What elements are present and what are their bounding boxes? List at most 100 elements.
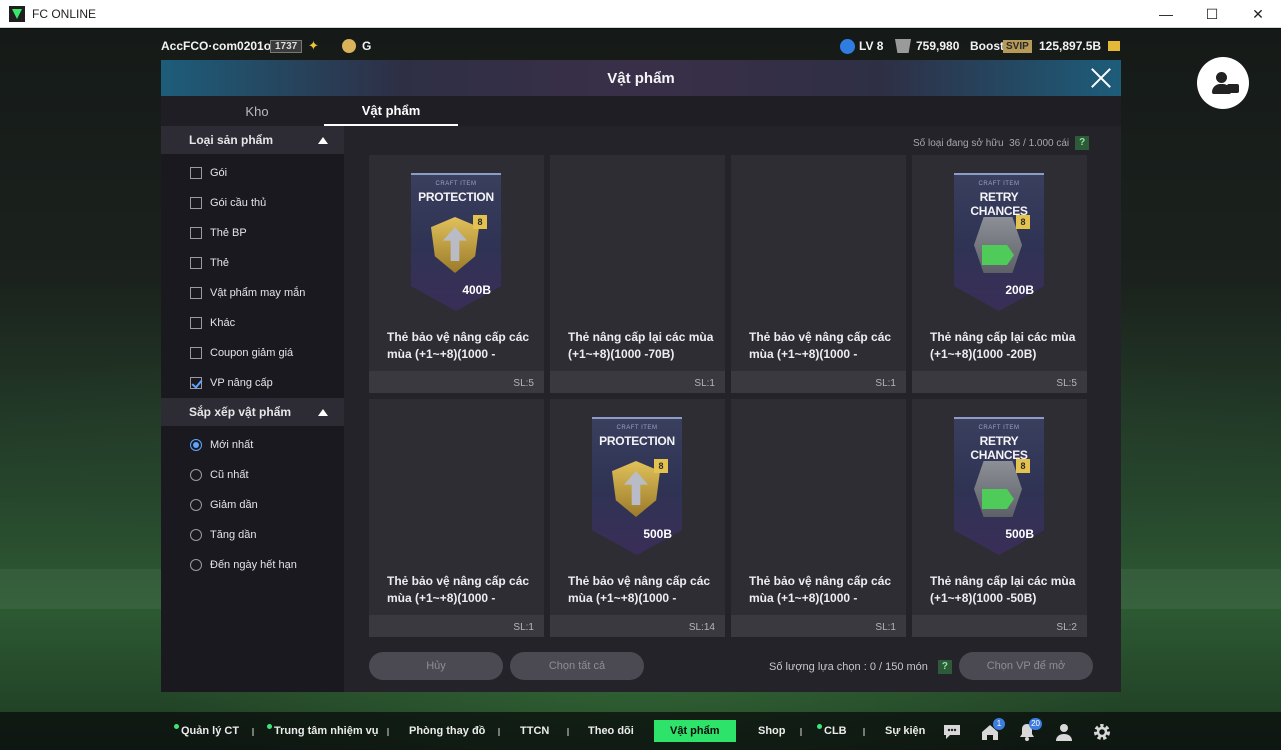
app-logo-icon: [9, 5, 25, 22]
filter-goi[interactable]: Gói: [190, 163, 227, 183]
sort-den-ngay-het-han[interactable]: Đến ngày hết hạn: [190, 555, 297, 575]
minimize-button[interactable]: —: [1143, 0, 1189, 28]
modal-tabs: Kho Vật phẩm: [161, 96, 1121, 126]
window-titlebar: FC ONLINE — ☐ ✕: [0, 0, 1281, 28]
radio-icon[interactable]: [190, 559, 202, 571]
checkbox-icon[interactable]: [190, 257, 202, 269]
help-icon[interactable]: ?: [937, 660, 952, 674]
item-quantity: SL:14: [688, 622, 715, 633]
club-grade: G: [362, 39, 372, 53]
owned-count: Số loại đang sở hữu 36 / 1.000 cái ?: [913, 136, 1090, 150]
item-card[interactable]: CRAFT ITEM RETRY CHANCES 8 500B Thẻ nâng…: [912, 399, 1087, 637]
item-quantity: SL:1: [875, 378, 896, 389]
filter-the-bp[interactable]: Thẻ BP: [190, 223, 247, 243]
chat-icon[interactable]: [942, 722, 962, 742]
bp-amount: 759,980: [916, 39, 960, 53]
item-name: Thẻ nâng cấp lại các mùa (+1~+8)(1000 -2…: [930, 330, 1076, 361]
level-icon: [840, 38, 855, 54]
filter-vat-pham-may-man[interactable]: Vật phẩm may mắn: [190, 283, 305, 303]
cancel-button[interactable]: Hủy: [369, 652, 503, 680]
tab-kho[interactable]: Kho: [190, 96, 324, 126]
filter-vp-nang-cap[interactable]: VP nâng cấp: [190, 373, 273, 393]
filter-khac[interactable]: Khác: [190, 313, 235, 333]
sort-section-header[interactable]: Sắp xếp vật phẩm: [161, 398, 344, 426]
nav-trung-tam-nhiem-vu[interactable]: Trung tâm nhiệm vụ: [267, 721, 379, 741]
close-window-button[interactable]: ✕: [1235, 0, 1281, 28]
coin-icon: [1108, 41, 1120, 51]
item-card[interactable]: Thẻ nâng cấp lại các mùa (+1~+8)(1000 -7…: [550, 155, 725, 393]
sort-tang-dan[interactable]: Tăng dần: [190, 525, 256, 545]
profile-icon[interactable]: [1054, 722, 1074, 742]
rank-star-icon: ✦: [308, 38, 319, 53]
item-quantity: SL:5: [1056, 378, 1077, 389]
sort-cu-nhat[interactable]: Cũ nhất: [190, 465, 249, 485]
category-section-header[interactable]: Loại sản phẩm: [161, 126, 344, 154]
user-status-bar: AccFCO·com0201oo 1737 ✦ G LV 8 759,980 B…: [0, 34, 1281, 58]
item-quantity: SL:1: [694, 378, 715, 389]
bottom-navigation: Quản lý CT Trung tâm nhiệm vụ Phòng thay…: [0, 712, 1281, 750]
filter-sidebar: Loại sản phẩm Gói Gói cầu thủ Thẻ BP Thẻ…: [161, 126, 344, 692]
item-name: Thẻ bảo vệ nâng cấp các mùa (+1~+8)(1000…: [387, 574, 530, 605]
window-title: FC ONLINE: [32, 6, 97, 21]
sort-giam-dan[interactable]: Giảm dần: [190, 495, 258, 515]
collapse-triangle-icon: [318, 409, 328, 416]
radio-icon[interactable]: [190, 529, 202, 541]
filter-the[interactable]: Thẻ: [190, 253, 229, 273]
radio-selected-icon[interactable]: [190, 439, 202, 451]
checkbox-checked-icon[interactable]: [190, 377, 202, 389]
item-grid: CRAFT ITEM PROTECTION 8 400B Thẻ bảo vệ …: [369, 155, 1091, 637]
nav-theo-doi[interactable]: Theo dõi: [588, 721, 634, 741]
account-level: LV 8: [859, 39, 884, 53]
item-quantity: SL:1: [875, 622, 896, 633]
nav-phong-thay-do[interactable]: Phòng thay đồ: [409, 721, 485, 741]
home-icon[interactable]: 1: [980, 718, 1005, 742]
nav-quan-ly-ct[interactable]: Quản lý CT: [174, 721, 239, 741]
coin-amount: 125,897.5B: [1039, 39, 1102, 53]
item-card[interactable]: Thẻ bảo vệ nâng cấp các mùa (+1~+8)(1000…: [731, 399, 906, 637]
boost-label: Boost: [970, 39, 1004, 53]
settings-icon[interactable]: [1092, 722, 1112, 742]
friends-chat-button[interactable]: [1197, 57, 1249, 109]
radio-icon[interactable]: [190, 499, 202, 511]
bp-currency-icon: [895, 39, 911, 53]
bell-icon[interactable]: 20: [1017, 718, 1042, 742]
radio-icon[interactable]: [190, 469, 202, 481]
nav-ttcn[interactable]: TTCN: [520, 721, 549, 741]
checkbox-icon[interactable]: [190, 227, 202, 239]
close-modal-button[interactable]: [1089, 66, 1113, 90]
club-emblem-icon: [342, 39, 356, 53]
user-level-badge: 1737: [270, 39, 303, 53]
checkbox-icon[interactable]: [190, 317, 202, 329]
checkbox-icon[interactable]: [190, 287, 202, 299]
item-card[interactable]: CRAFT ITEM RETRY CHANCES 8 200B Thẻ nâng…: [912, 155, 1087, 393]
item-name: Thẻ nâng cấp lại các mùa (+1~+8)(1000 -5…: [930, 574, 1076, 605]
checkbox-icon[interactable]: [190, 347, 202, 359]
item-card[interactable]: Thẻ bảo vệ nâng cấp các mùa (+1~+8)(1000…: [731, 155, 906, 393]
nav-clb[interactable]: CLB: [817, 721, 847, 741]
tab-vat-pham[interactable]: Vật phẩm: [324, 96, 458, 126]
item-card[interactable]: CRAFT ITEM PROTECTION 8 500B Thẻ bảo vệ …: [550, 399, 725, 637]
modal-title: Vật phẩm: [607, 69, 675, 87]
protection-card-image: CRAFT ITEM PROTECTION 8 500B: [592, 417, 682, 555]
nav-su-kien[interactable]: Sự kiện: [885, 721, 925, 741]
filter-coupon-giam-gia[interactable]: Coupon giảm giá: [190, 343, 293, 363]
nav-vat-pham[interactable]: Vật phẩm: [654, 720, 736, 742]
retry-card-image: CRAFT ITEM RETRY CHANCES 8 500B: [954, 417, 1044, 555]
select-all-button[interactable]: Chọn tất cả: [510, 652, 644, 680]
item-name: Thẻ bảo vệ nâng cấp các mùa (+1~+8)(1000…: [387, 330, 530, 361]
choose-items-button[interactable]: Chọn VP để mở: [959, 652, 1093, 680]
help-icon[interactable]: ?: [1075, 136, 1090, 150]
sort-moi-nhat[interactable]: Mới nhất: [190, 435, 253, 455]
retry-arrows-icon: [974, 461, 1022, 517]
item-card[interactable]: Thẻ bảo vệ nâng cấp các mùa (+1~+8)(1000…: [369, 399, 544, 637]
item-name: Thẻ nâng cấp lại các mùa (+1~+8)(1000 -7…: [568, 330, 714, 361]
nav-shop[interactable]: Shop: [758, 721, 786, 741]
maximize-button[interactable]: ☐: [1189, 0, 1235, 28]
item-name: Thẻ bảo vệ nâng cấp các mùa (+1~+8)(1000…: [568, 574, 711, 605]
retry-card-image: CRAFT ITEM RETRY CHANCES 8 200B: [954, 173, 1044, 311]
checkbox-icon[interactable]: [190, 197, 202, 209]
selection-count: Số lượng lựa chọn : 0 / 150 món ?: [769, 660, 952, 674]
item-card[interactable]: CRAFT ITEM PROTECTION 8 400B Thẻ bảo vệ …: [369, 155, 544, 393]
filter-goi-cau-thu[interactable]: Gói cầu thủ: [190, 193, 266, 213]
checkbox-icon[interactable]: [190, 167, 202, 179]
